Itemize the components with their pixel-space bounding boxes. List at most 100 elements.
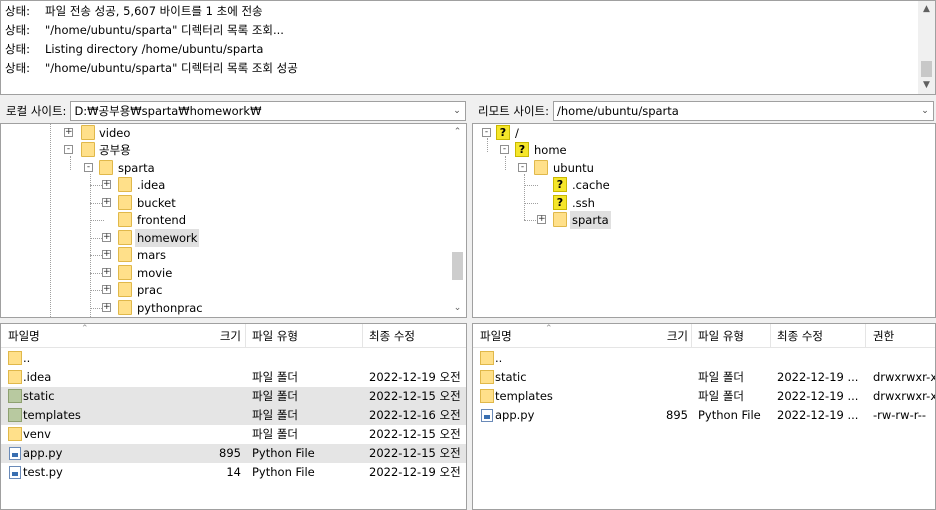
folder-icon (118, 282, 132, 297)
tree-item-label: ubuntu (553, 161, 594, 175)
file-size: 14 (226, 465, 241, 479)
log-label: 상태: (5, 61, 31, 75)
file-type: 파일 폴더 (252, 389, 298, 403)
list-item[interactable]: static 파일 폴더 2022-12-15 오전 (1, 387, 466, 406)
remote-tree-item-cache[interactable]: ? .cache (473, 176, 933, 194)
list-item[interactable]: templates 파일 폴더 2022-12-19 ... drwxrwxr-… (473, 387, 935, 406)
remote-tree-item-ubuntu[interactable]: - ubuntu (473, 159, 933, 177)
file-type: 파일 폴더 (252, 370, 298, 384)
remote-path-combo[interactable]: /home/ubuntu/sparta ⌄ (553, 101, 934, 121)
tree-item-mars[interactable]: + mars (1, 246, 451, 264)
local-path-combo[interactable]: D:₩공부용₩sparta₩homework₩ ⌄ (70, 101, 466, 121)
column-permissions[interactable]: 권한 (873, 324, 894, 348)
list-item[interactable]: app.py 895 Python File 2022-12-15 오전 (1, 444, 466, 463)
list-item[interactable]: templates 파일 폴더 2022-12-16 오전 (1, 406, 466, 425)
column-modified[interactable]: 최종 수정 (777, 324, 823, 348)
column-name[interactable]: 파일명 (480, 324, 512, 348)
remote-tree-item-home[interactable]: - ? home (473, 141, 933, 159)
file-type: Python File (252, 465, 315, 479)
tree-item-label: sparta (570, 211, 611, 229)
file-name: test.py (23, 465, 63, 479)
local-file-list[interactable]: 파일명 ⌃ 크기 파일 유형 최종 수정 .. .idea 파일 폴더 2022… (0, 323, 467, 510)
file-name: templates (495, 389, 553, 403)
remote-tree-item-sparta[interactable]: + sparta (473, 211, 933, 229)
list-item[interactable]: venv 파일 폴더 2022-12-15 오전 (1, 425, 466, 444)
file-name: static (23, 389, 55, 403)
file-modified: 2022-12-19 오전 (369, 465, 461, 479)
tree-item-frontend[interactable]: frontend (1, 211, 451, 229)
unknown-folder-icon: ? (553, 177, 567, 192)
local-tree-scrollbar[interactable]: ⌃ ⌄ (449, 124, 466, 317)
log-label: 상태: (5, 42, 31, 56)
local-tree-scroll-thumb[interactable] (452, 252, 463, 280)
list-item[interactable]: .. (1, 349, 466, 368)
column-name[interactable]: 파일명 (8, 324, 40, 348)
scroll-up-icon[interactable]: ⌃ (449, 124, 466, 141)
expand-icon[interactable]: + (102, 233, 111, 242)
remote-tree-item-ssh[interactable]: ? .ssh (473, 194, 933, 212)
scroll-down-icon[interactable]: ⌄ (449, 300, 466, 317)
tree-item-video[interactable]: + video (1, 124, 451, 142)
expand-icon[interactable]: + (537, 215, 546, 224)
file-modified: 2022-12-19 ... (777, 370, 859, 384)
log-scrollbar[interactable]: ▲ ▼ (918, 1, 935, 94)
file-type: Python File (698, 408, 761, 422)
unknown-folder-icon: ? (553, 195, 567, 210)
expand-icon[interactable]: + (102, 180, 111, 189)
column-type[interactable]: 파일 유형 (698, 324, 744, 348)
tree-item-pythonprac[interactable]: + pythonprac (1, 299, 451, 317)
tree-item-label: pythonprac (137, 301, 203, 315)
file-size: 895 (666, 408, 688, 422)
column-size[interactable]: 크기 (648, 324, 688, 348)
expand-icon[interactable]: + (102, 198, 111, 207)
collapse-icon[interactable]: - (84, 163, 93, 172)
log-scroll-thumb[interactable] (921, 61, 932, 77)
unknown-folder-icon: ? (515, 142, 529, 157)
list-item[interactable]: .idea 파일 폴더 2022-12-19 오전 (1, 368, 466, 387)
expand-icon[interactable]: + (102, 268, 111, 277)
list-item[interactable]: .. (473, 349, 935, 368)
column-type[interactable]: 파일 유형 (252, 324, 298, 348)
column-size[interactable]: 크기 (201, 324, 241, 348)
tree-item-study[interactable]: - 공부용 (1, 141, 451, 159)
tree-item-homework[interactable]: + homework (1, 229, 451, 247)
collapse-icon[interactable]: - (64, 145, 73, 154)
expand-icon[interactable]: + (64, 128, 73, 137)
expand-icon[interactable]: + (102, 285, 111, 294)
tree-item-prac[interactable]: + prac (1, 281, 451, 299)
collapse-icon[interactable]: - (518, 163, 527, 172)
tree-item-idea[interactable]: + .idea (1, 176, 451, 194)
collapse-icon[interactable]: - (500, 145, 509, 154)
log-label: 상태: (5, 23, 31, 37)
list-item[interactable]: test.py 14 Python File 2022-12-19 오전 (1, 463, 466, 482)
folder-icon (99, 160, 113, 175)
expand-icon[interactable]: + (102, 250, 111, 259)
sort-ascending-icon: ⌃ (81, 324, 89, 334)
local-tree[interactable]: + video - 공부용 - sparta + .idea + bucket … (0, 123, 467, 318)
folder-icon (8, 370, 22, 384)
collapse-icon[interactable]: - (482, 128, 491, 137)
tree-item-label: / (515, 126, 519, 140)
tree-item-sparta[interactable]: - sparta (1, 159, 451, 177)
scroll-up-icon[interactable]: ▲ (918, 1, 935, 18)
remote-file-list[interactable]: 파일명 ⌃ 크기 파일 유형 최종 수정 권한 .. static 파일 폴더 … (472, 323, 936, 510)
remote-tree[interactable]: - ? / - ? home - ubuntu ? .cache ? .ssh … (472, 123, 936, 318)
tree-item-bucket[interactable]: + bucket (1, 194, 451, 212)
column-modified[interactable]: 최종 수정 (369, 324, 415, 348)
scroll-down-icon[interactable]: ▼ (918, 77, 935, 94)
chevron-down-icon[interactable]: ⌄ (917, 102, 933, 120)
list-item[interactable]: static 파일 폴더 2022-12-19 ... drwxrwxr-x (473, 368, 935, 387)
folder-icon (8, 427, 22, 441)
folder-icon (118, 247, 132, 262)
remote-tree-item-root[interactable]: - ? / (473, 124, 933, 142)
file-modified: 2022-12-16 오전 (369, 408, 461, 422)
folder-icon (118, 230, 132, 245)
list-item[interactable]: app.py 895 Python File 2022-12-19 ... -r… (473, 406, 935, 425)
expand-icon[interactable]: + (102, 303, 111, 312)
chevron-down-icon[interactable]: ⌄ (449, 102, 465, 120)
tree-item-movie[interactable]: + movie (1, 264, 451, 282)
message-log[interactable]: 상태: 파일 전송 성공, 5,607 바이트를 1 초에 전송 상태: "/hom… (0, 0, 936, 95)
tree-item-label: frontend (137, 213, 187, 227)
log-line: 상태: "/home/ubuntu/sparta" 디렉터리 목록 조회... (5, 21, 284, 39)
file-type: Python File (252, 446, 315, 460)
